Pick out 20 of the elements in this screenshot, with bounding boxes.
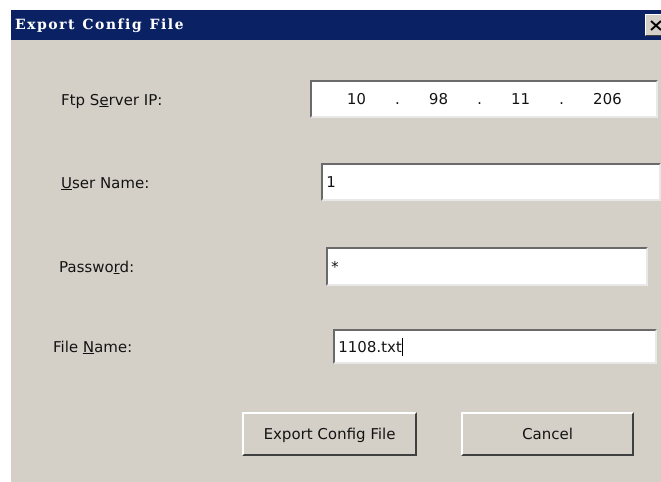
ip-octet: 11 <box>510 90 530 108</box>
separator: . <box>477 90 482 108</box>
ip-octet: 10 <box>346 90 366 108</box>
close-button[interactable] <box>645 14 661 36</box>
dialog-button[interactable]: Export Config File <box>242 412 417 456</box>
input-field[interactable]: * <box>326 247 648 286</box>
input-field[interactable]: 1 <box>321 163 661 201</box>
input-field[interactable]: 1108.txt <box>333 329 658 364</box>
field-label: File Name: <box>53 338 132 356</box>
ip-octet: 206 <box>593 90 622 108</box>
separator: . <box>559 90 564 108</box>
field-label: Password: <box>59 258 134 276</box>
field-label: Ftp Server IP: <box>61 90 162 108</box>
window-title: Export Config File <box>15 17 186 33</box>
close-icon <box>650 20 661 30</box>
dialog-button[interactable]: Cancel <box>461 412 634 456</box>
separator: . <box>395 90 400 108</box>
ip-address-field[interactable]: 10 . 98 . 11 . 206 <box>310 80 658 118</box>
field-label: User Name: <box>61 174 150 192</box>
ip-octet: 98 <box>428 90 448 108</box>
